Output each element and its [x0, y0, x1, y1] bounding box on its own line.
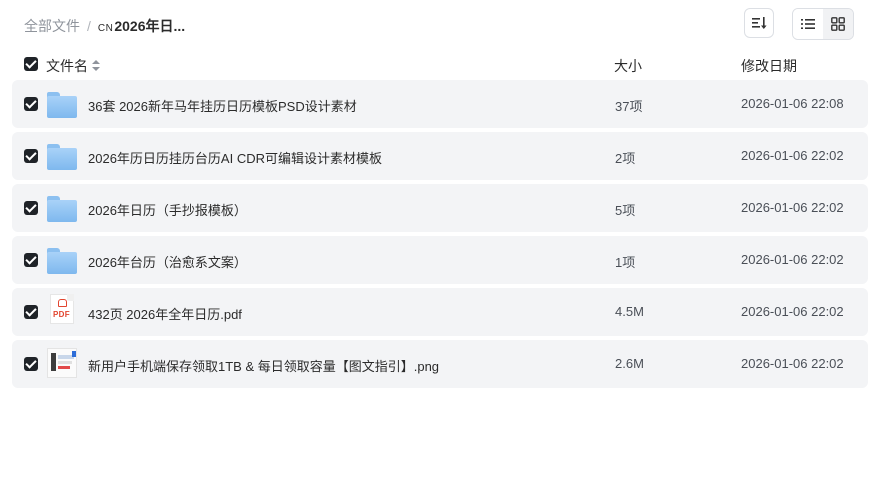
breadcrumb-current-label: 2026年日...: [114, 18, 186, 34]
top-bar: 全部文件 / CN2026年日...: [24, 8, 854, 40]
file-size: 2项: [615, 151, 636, 166]
folder-icon: [47, 194, 77, 222]
breadcrumb-separator: /: [87, 18, 91, 34]
select-all-checkbox[interactable]: [24, 57, 38, 71]
file-name[interactable]: 新用户手机端保存领取1TB & 每日领取容量【图文指引】.png: [88, 356, 439, 375]
view-toggle: [792, 8, 854, 40]
file-name[interactable]: 432页 2026年全年日历.pdf: [88, 304, 242, 323]
file-row[interactable]: 2026年日历（手抄报模板） 5项 2026-01-06 22:02: [12, 184, 868, 232]
folder-icon: [47, 90, 77, 118]
file-name[interactable]: 36套 2026新年马年挂历日历模板PSD设计素材: [88, 96, 357, 115]
file-date: 2026-01-06 22:08: [741, 96, 844, 111]
file-date: 2026-01-06 22:02: [741, 304, 844, 319]
file-name[interactable]: 2026年台历（治愈系文案）: [88, 252, 247, 271]
row-checkbox[interactable]: [24, 305, 38, 319]
grid-view-icon: [831, 17, 845, 31]
breadcrumb: 全部文件 / CN2026年日...: [24, 16, 185, 36]
row-checkbox[interactable]: [24, 357, 38, 371]
file-row[interactable]: 2026年历日历挂历台历AI CDR可编辑设计素材模板 2项 2026-01-0…: [12, 132, 868, 180]
file-row[interactable]: 2026年台历（治愈系文案） 1项 2026-01-06 22:02: [12, 236, 868, 284]
pdf-file-icon: PDF: [47, 294, 77, 326]
sort-arrows-icon: [92, 60, 100, 72]
column-header-size: 大小: [614, 58, 642, 74]
file-date: 2026-01-06 22:02: [741, 252, 844, 267]
pdf-icon-label: PDF: [53, 310, 70, 319]
folder-icon: [47, 246, 77, 274]
list-view-button[interactable]: [793, 9, 823, 39]
file-row[interactable]: 36套 2026新年马年挂历日历模板PSD设计素材 37项 2026-01-06…: [12, 80, 868, 128]
file-size: 37项: [615, 99, 643, 114]
file-size: 1项: [615, 255, 636, 270]
file-date: 2026-01-06 22:02: [741, 356, 844, 371]
file-row[interactable]: 新用户手机端保存领取1TB & 每日领取容量【图文指引】.png 2.6M 20…: [12, 340, 868, 388]
grid-view-button[interactable]: [823, 9, 853, 39]
table-header: 文件名 大小 修改日期: [24, 54, 868, 76]
row-checkbox[interactable]: [24, 149, 38, 163]
image-thumbnail-icon: [47, 348, 77, 378]
file-size: 4.5M: [615, 304, 644, 319]
file-size: 2.6M: [615, 356, 644, 371]
file-list: 36套 2026新年马年挂历日历模板PSD设计素材 37项 2026-01-06…: [12, 80, 868, 392]
breadcrumb-current-prefix: CN: [97, 23, 114, 34]
breadcrumb-root-link[interactable]: 全部文件: [24, 16, 80, 36]
sort-icon: [752, 17, 767, 29]
file-row[interactable]: PDF 432页 2026年全年日历.pdf 4.5M 2026-01-06 2…: [12, 288, 868, 336]
column-header-name[interactable]: 文件名: [46, 56, 100, 76]
file-date: 2026-01-06 22:02: [741, 148, 844, 163]
file-size: 5项: [615, 203, 636, 218]
file-name[interactable]: 2026年日历（手抄报模板）: [88, 200, 247, 219]
row-checkbox[interactable]: [24, 253, 38, 267]
sort-button[interactable]: [744, 8, 774, 38]
file-name[interactable]: 2026年历日历挂历台历AI CDR可编辑设计素材模板: [88, 148, 382, 167]
file-date: 2026-01-06 22:02: [741, 200, 844, 215]
column-header-name-label: 文件名: [46, 58, 88, 74]
list-view-icon: [801, 19, 815, 29]
row-checkbox[interactable]: [24, 201, 38, 215]
breadcrumb-current: CN2026年日...: [98, 16, 185, 36]
folder-icon: [47, 142, 77, 170]
column-header-date: 修改日期: [741, 58, 797, 74]
row-checkbox[interactable]: [24, 97, 38, 111]
